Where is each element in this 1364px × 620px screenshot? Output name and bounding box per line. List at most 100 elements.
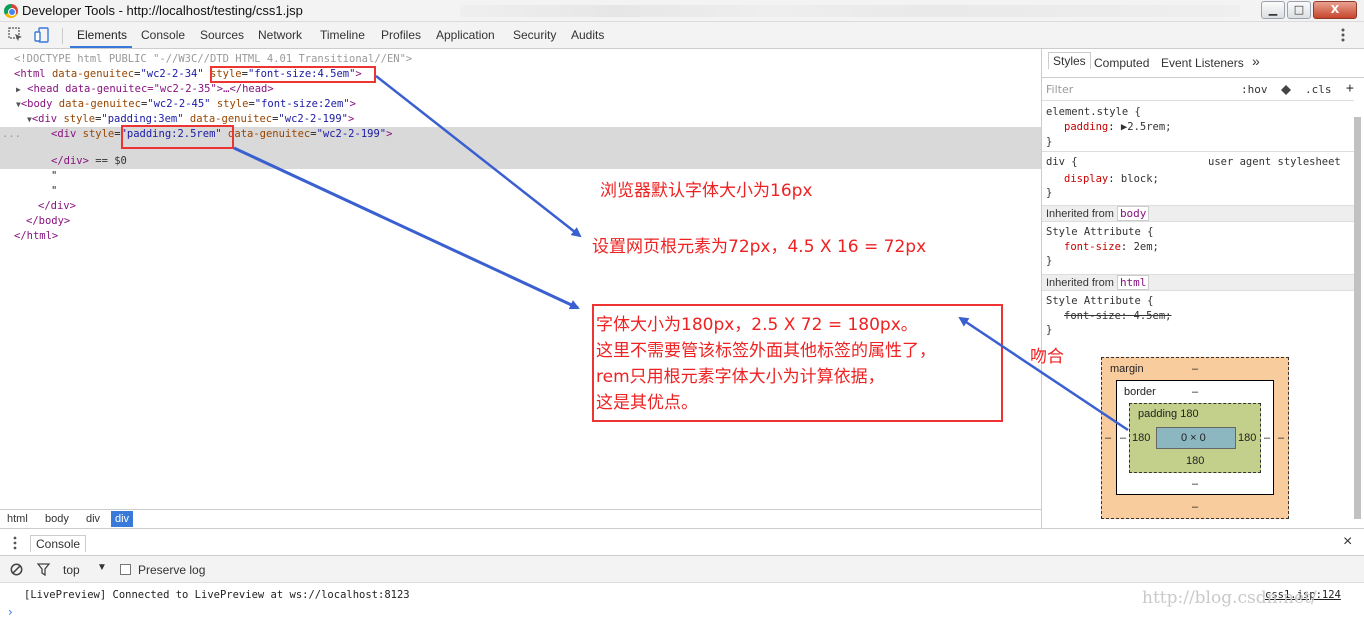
div-display-prop[interactable]: display (1064, 173, 1108, 185)
console-toolbar: top ▼ Preserve log (0, 555, 1364, 583)
tab-application[interactable]: Application (436, 28, 495, 42)
styles-scrollbar[interactable] (1354, 117, 1361, 519)
user-agent-label: user agent stylesheet (1208, 156, 1341, 168)
div1-tag-name: <div (31, 113, 58, 125)
tab-event-listeners[interactable]: Event Listeners (1161, 56, 1244, 70)
border-right-value[interactable]: – (1264, 432, 1270, 444)
element-style-prop[interactable]: padding (1064, 121, 1108, 133)
expand-arrow-icon[interactable]: ▶ (16, 85, 21, 94)
div-outer-close[interactable]: </div> (38, 199, 1079, 214)
filter-input[interactable]: Filter (1046, 83, 1073, 96)
annotation-match: 吻合 (1030, 347, 1064, 367)
tab-audits[interactable]: Audits (571, 28, 604, 42)
body-font-size-prop[interactable]: font-size (1064, 241, 1121, 253)
tab-console[interactable]: Console (141, 28, 185, 42)
content-size[interactable]: 0 × 0 (1181, 432, 1206, 444)
devtools-toolbar: Elements Console Sources Network Timelin… (0, 22, 1364, 49)
tab-computed[interactable]: Computed (1094, 56, 1149, 70)
more-tabs-icon[interactable]: » (1252, 53, 1260, 69)
breadcrumb-div[interactable]: div (86, 513, 100, 525)
body-node[interactable]: ▼<body data-genuitec="wc2-2-45" style="f… (16, 97, 1057, 112)
preserve-log-checkbox[interactable] (120, 564, 131, 575)
body-style-attr[interactable]: Style Attribute { (1046, 225, 1153, 239)
annotation-highlight-div-padding (121, 125, 234, 149)
div-selector[interactable]: div { (1046, 155, 1078, 169)
close-drawer-icon[interactable]: × (1343, 533, 1352, 551)
border-bottom-value[interactable]: – (1192, 478, 1198, 490)
margin-right-value[interactable]: – (1278, 432, 1284, 444)
tab-elements[interactable]: Elements (77, 28, 127, 42)
close-window-button[interactable]: X (1313, 1, 1357, 19)
color-format-icon[interactable] (1280, 84, 1292, 96)
inspect-element-icon[interactable] (8, 27, 24, 43)
console-message: [LivePreview] Connected to LivePreview a… (24, 589, 410, 601)
elements-tree: <!DOCTYPE html PUBLIC "-//W3C//DTD HTML … (0, 49, 1041, 509)
border-top-value[interactable]: – (1192, 386, 1198, 398)
element-style-value[interactable]: 2.5rem; (1127, 121, 1171, 133)
body-style-close: } (1046, 255, 1053, 267)
padding-left-value[interactable]: 180 (1132, 432, 1150, 444)
margin-bottom-value[interactable]: – (1192, 501, 1198, 513)
inherited-label: Inherited from (1046, 277, 1114, 289)
tab-profiles[interactable]: Profiles (381, 28, 421, 42)
filter-icon[interactable] (37, 563, 50, 576)
padding-top-label[interactable]: padding 180 (1138, 408, 1199, 420)
drawer-menu-icon[interactable] (13, 536, 17, 550)
tab-styles[interactable]: Styles (1048, 52, 1091, 69)
maximize-button[interactable]: □ (1287, 1, 1311, 19)
element-style-rule[interactable]: padding: ▶2.5rem; (1064, 120, 1172, 134)
breadcrumb-html[interactable]: html (7, 513, 28, 525)
html-style-attr[interactable]: Style Attribute { (1046, 294, 1153, 308)
body-font-size-rule[interactable]: font-size: 2em; (1064, 240, 1159, 254)
tab-sources[interactable]: Sources (200, 28, 244, 42)
styles-tab-border (1042, 77, 1364, 78)
div-display-value[interactable]: block; (1121, 173, 1159, 185)
breadcrumb-div-active[interactable]: div (111, 511, 134, 527)
head-node[interactable]: ▶ <head data-genuitec="wc2-2-35">…</head… (16, 82, 1057, 97)
minimize-button[interactable]: ▁ (1261, 1, 1285, 19)
padding-bottom-value[interactable]: 180 (1186, 455, 1204, 467)
inherited-body-link[interactable]: body (1116, 206, 1150, 221)
annotation-box-line-2: 这里不需要管该标签外面其他标签的属性了， (596, 341, 936, 361)
hov-toggle[interactable]: :hov (1241, 83, 1268, 96)
margin-left-value[interactable]: – (1105, 432, 1111, 444)
context-dropdown-icon[interactable]: ▼ (97, 562, 107, 573)
div-inner-close[interactable]: </div> == $0 (51, 154, 1092, 169)
margin-top-value[interactable]: – (1192, 363, 1198, 375)
console-prompt[interactable]: › (8, 605, 13, 619)
div2-close-tag: </div> (51, 155, 89, 167)
tab-network[interactable]: Network (258, 28, 302, 42)
cls-toggle[interactable]: .cls (1305, 83, 1332, 96)
context-selector[interactable]: top (63, 563, 80, 577)
html-font-size-overridden[interactable]: font-size: 4.5em; (1064, 309, 1171, 323)
breadcrumb-body[interactable]: body (45, 513, 69, 525)
annotation-box-line-3: rem只用根元素字体大小为计算依据， (596, 367, 885, 387)
body-close[interactable]: </body> (26, 214, 1067, 229)
clear-console-icon[interactable] (10, 563, 23, 576)
device-mode-icon[interactable] (34, 27, 50, 43)
border-left-value[interactable]: – (1120, 432, 1126, 444)
console-ref: == $0 (95, 155, 127, 167)
preserve-log-label: Preserve log (138, 563, 206, 577)
more-vertical-icon[interactable] (1341, 27, 1345, 43)
div1-val-genuitec: "wc2-2-199" (278, 113, 348, 125)
border-label: border (1124, 386, 1156, 398)
tab-timeline[interactable]: Timeline (320, 28, 365, 42)
padding-right-value[interactable]: 180 (1238, 432, 1256, 444)
inherited-html-link[interactable]: html (1116, 275, 1150, 290)
new-rule-button[interactable]: + (1346, 81, 1354, 96)
annotation-box-line-4: 这是其优点。 (596, 393, 698, 413)
doctype-node[interactable]: <!DOCTYPE html PUBLIC "-//W3C//DTD HTML … (14, 52, 1055, 67)
tab-security[interactable]: Security (513, 28, 556, 42)
toolbar-separator (62, 28, 63, 44)
body-val-genuitec: "wc2-2-45" (147, 98, 211, 110)
text-node-2[interactable]: " (51, 184, 1092, 199)
annotation-explanation-box: 字体大小为180px，2.5 X 72 = 180px。 这里不需要管该标签外面… (592, 304, 1003, 422)
drawer-tab-console[interactable]: Console (30, 535, 87, 552)
element-style-selector[interactable]: element.style { (1046, 105, 1141, 119)
html-node[interactable]: <html data-genuitec="wc2-2-34" style="fo… (14, 67, 1055, 82)
div-display-rule[interactable]: display: block; (1064, 172, 1159, 186)
inherited-body-header: Inherited from body (1042, 205, 1354, 222)
body-font-size-value[interactable]: 2em; (1134, 241, 1159, 253)
text-node-1[interactable]: " (51, 169, 1092, 184)
